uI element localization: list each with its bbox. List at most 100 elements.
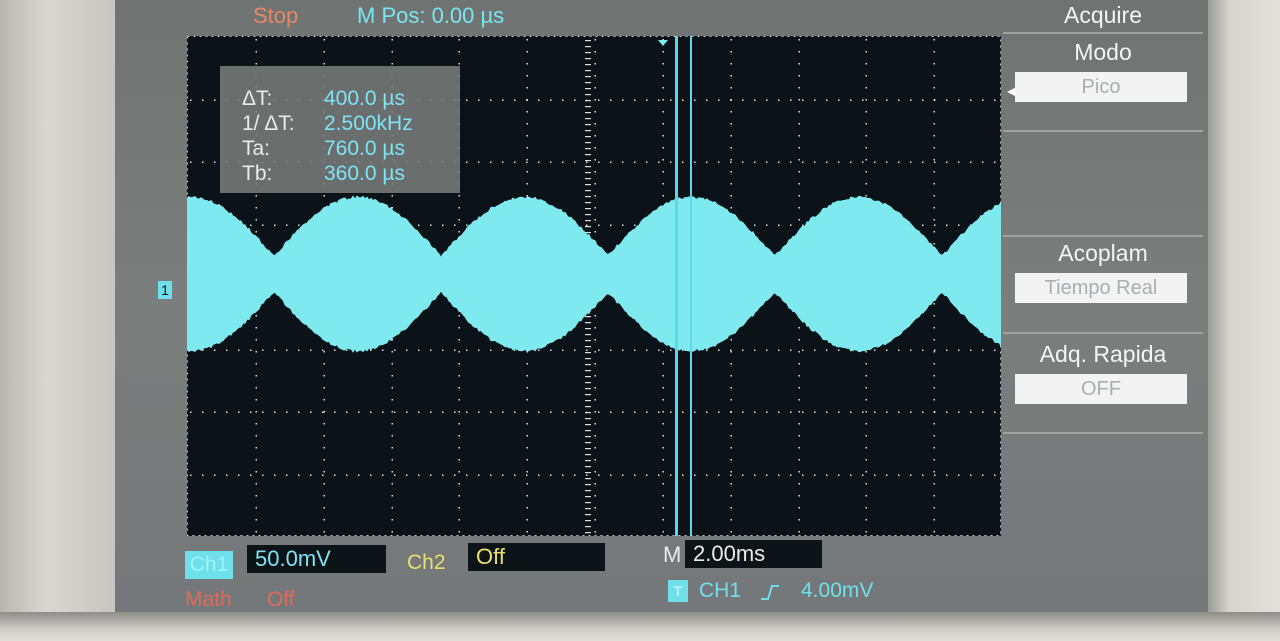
grid-dot <box>574 350 576 352</box>
grid-dot <box>790 162 792 164</box>
grid-dot <box>392 519 394 521</box>
ta-value: 760.0 µs <box>324 138 405 159</box>
grid-dot <box>634 350 636 352</box>
grid-dot <box>202 412 204 414</box>
grid-dot <box>527 87 529 89</box>
grid-dot <box>622 350 624 352</box>
grid-dot <box>982 475 984 477</box>
grid-dot <box>527 507 529 509</box>
grid-dot <box>910 350 912 352</box>
grid-dot <box>934 495 936 497</box>
grid-dot <box>663 387 665 389</box>
grid-dot <box>334 350 336 352</box>
grid-dot <box>595 375 597 377</box>
grid-dot <box>754 100 756 102</box>
grid-dot <box>370 475 372 477</box>
grid-dot <box>527 495 529 497</box>
adq-rapida-option-button[interactable]: OFF <box>1015 374 1187 404</box>
grid-dot <box>934 507 936 509</box>
grid-dot <box>731 351 733 353</box>
grid-dot <box>298 350 300 352</box>
rising-edge-icon <box>759 582 781 602</box>
trigger-icon: T <box>668 580 688 602</box>
grid-dot <box>799 423 801 425</box>
grid-dot <box>731 339 733 341</box>
grid-dot <box>610 412 612 414</box>
ch1-label[interactable]: Ch1 <box>185 551 233 579</box>
grid-dot <box>382 412 384 414</box>
grid-dot <box>866 363 868 365</box>
grid-dot <box>256 399 258 401</box>
grid-dot <box>346 475 348 477</box>
grid-dot <box>595 231 597 233</box>
grid-dot <box>430 412 432 414</box>
cursor-row-delta-t: ΔT: 400.0 µs <box>242 88 272 109</box>
grid-dot <box>866 183 868 185</box>
grid-dot <box>459 219 461 221</box>
grid-dot <box>799 159 801 161</box>
grid-dot <box>866 459 868 461</box>
grid-dot <box>658 350 660 352</box>
grid-dot <box>802 162 804 164</box>
grid-dot <box>595 219 597 221</box>
grid-dot <box>663 399 665 401</box>
grid-dot <box>663 195 665 197</box>
grid-dot <box>574 412 576 414</box>
cursor-a-line <box>675 36 678 536</box>
grid-dot <box>454 225 456 227</box>
grid-dot <box>663 75 665 77</box>
grid-dot <box>731 459 733 461</box>
center-axis-tick <box>585 106 591 107</box>
ch2-label[interactable]: Ch2 <box>407 549 446 577</box>
grid-dot <box>934 225 936 227</box>
grid-dot <box>886 350 888 352</box>
grid-dot <box>298 225 300 227</box>
modo-option-button[interactable]: Pico <box>1015 72 1187 102</box>
grid-dot <box>706 100 708 102</box>
grid-dot <box>595 411 597 413</box>
grid-dot <box>274 475 276 477</box>
grid-dot <box>646 350 648 352</box>
grid-dot <box>459 315 461 317</box>
delta-t-value: 400.0 µs <box>324 88 405 109</box>
grid-dot <box>595 75 597 77</box>
acoplam-option-button[interactable]: Tiempo Real <box>1015 273 1187 303</box>
grid-dot <box>850 412 852 414</box>
grid-dot <box>862 412 864 414</box>
grid-dot <box>394 412 396 414</box>
grid-dot <box>731 435 733 437</box>
grid-dot <box>874 475 876 477</box>
grid-dot <box>934 327 936 329</box>
grid-dot <box>190 162 192 164</box>
grid-dot <box>799 39 801 41</box>
math-label[interactable]: Math <box>185 586 232 612</box>
grid-dot <box>527 471 529 473</box>
grid-dot <box>934 147 936 149</box>
center-axis-tick <box>585 514 591 515</box>
modo-label: Modo <box>1003 39 1203 66</box>
grid-dot <box>527 531 529 533</box>
center-axis-tick <box>585 382 591 383</box>
grid-dot <box>406 350 408 352</box>
grid-dot <box>814 162 816 164</box>
cursor-row-ta: Ta: 760.0 µs <box>242 138 270 159</box>
horizontal-position: M Pos: 0.00 µs <box>357 3 504 29</box>
grid-dot <box>238 350 240 352</box>
grid-dot <box>799 471 801 473</box>
grid-dot <box>934 195 936 197</box>
grid-dot <box>595 51 597 53</box>
grid-dot <box>799 123 801 125</box>
grid-dot <box>598 350 600 352</box>
grid-dot <box>459 411 461 413</box>
grid-dot <box>598 412 600 414</box>
grid-dot <box>442 412 444 414</box>
grid-dot <box>324 507 326 509</box>
grid-dot <box>595 531 597 533</box>
grid-dot <box>527 423 529 425</box>
grid-dot <box>799 339 801 341</box>
grid-dot <box>934 123 936 125</box>
grid-dot <box>958 412 960 414</box>
grid-dot <box>874 100 876 102</box>
grid-dot <box>826 162 828 164</box>
grid-dot <box>562 475 564 477</box>
